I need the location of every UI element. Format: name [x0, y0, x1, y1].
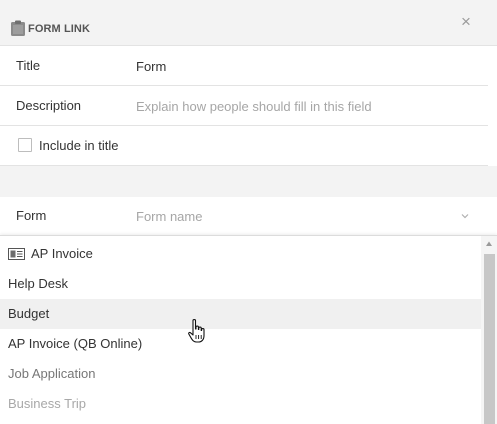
dropdown-item-label: Budget — [8, 306, 50, 321]
dropdown-item-business-trip[interactable]: Business Trip — [0, 389, 481, 419]
dropdown-item-budget[interactable]: Budget — [0, 299, 481, 329]
description-field-row: Description Explain how people should fi… — [0, 86, 488, 126]
dropdown-scrollbar[interactable] — [481, 236, 497, 424]
panel-title: FORM LINK — [28, 23, 91, 35]
title-input[interactable]: Form — [136, 59, 166, 74]
dropdown-item-ap-invoice-qb-online[interactable]: AP Invoice (QB Online) — [0, 329, 481, 359]
scroll-up-arrow-icon[interactable] — [485, 240, 493, 248]
form-name-input[interactable]: Form name — [136, 209, 202, 224]
invoice-icon — [8, 247, 25, 260]
dropdown-item-label: AP Invoice (QB Online) — [8, 336, 143, 351]
panel-header: FORM LINK × — [0, 0, 497, 46]
include-in-title-row: Include in title — [0, 126, 488, 166]
dropdown-item-help-desk[interactable]: Help Desk — [0, 269, 481, 299]
include-in-title-checkbox[interactable] — [18, 138, 32, 152]
dropdown-item-label: Help Desk — [8, 276, 68, 291]
dropdown-item-job-application[interactable]: Job Application — [0, 359, 481, 389]
dropdown-item-label: Business Trip — [8, 396, 87, 411]
form-dropdown-list: AP Invoice Help Desk Budget AP Invoice (… — [0, 235, 497, 424]
form-label: Form — [16, 208, 47, 223]
description-label: Description — [16, 98, 82, 113]
title-field-row: Title Form — [0, 46, 488, 86]
scroll-thumb[interactable] — [484, 254, 495, 424]
dropdown-item-label: Job Application — [8, 366, 96, 381]
title-label: Title — [16, 58, 41, 73]
description-input[interactable]: Explain how people should fill in this f… — [136, 99, 372, 114]
dropdown-item-ap-invoice[interactable]: AP Invoice — [0, 239, 481, 269]
section-gap — [0, 166, 497, 197]
dropdown-item-label: AP Invoice — [31, 246, 93, 261]
chevron-down-icon[interactable] — [459, 210, 471, 222]
form-field-row: Form Form name — [0, 197, 488, 235]
clipboard-icon — [11, 20, 25, 36]
include-in-title-label[interactable]: Include in title — [39, 138, 119, 153]
close-icon[interactable]: × — [458, 13, 474, 30]
